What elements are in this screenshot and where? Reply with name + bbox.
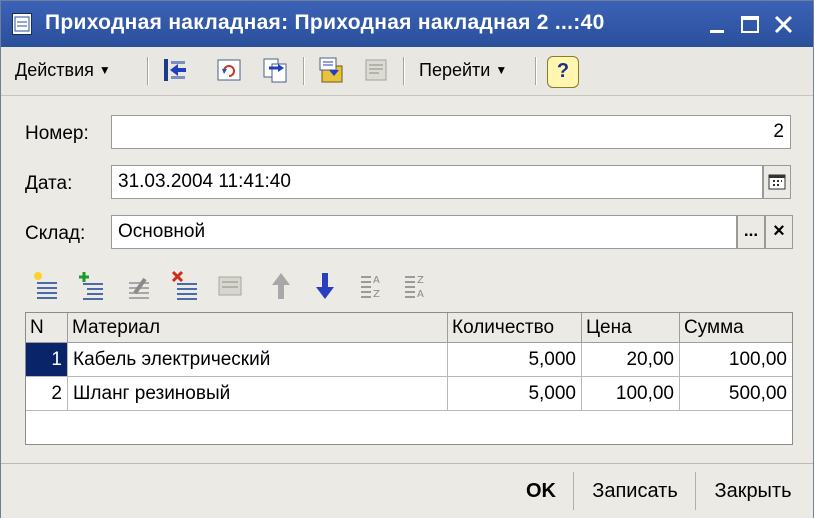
number-field[interactable]: 2 (111, 115, 791, 149)
document-window: Приходная накладная: Приходная накладная… (0, 0, 814, 518)
sum-cell[interactable]: 500,00 (680, 377, 792, 411)
actions-menu-button[interactable]: Действия ▼ (15, 55, 111, 85)
title-bar[interactable]: Приходная накладная: Приходная накладная… (1, 1, 813, 47)
warehouse-field[interactable]: Основной (111, 215, 737, 249)
goto-menu-label: Перейти (419, 59, 491, 80)
svg-text:A: A (417, 289, 424, 300)
svg-text:A: A (373, 275, 380, 286)
svg-text:Z: Z (373, 289, 380, 300)
chevron-down-icon: ▼ (98, 63, 111, 77)
close-window-button[interactable] (771, 13, 797, 37)
chevron-down-icon: ▼ (495, 63, 508, 77)
calendar-icon (768, 174, 786, 190)
sum-cell[interactable]: 100,00 (680, 343, 792, 377)
svg-text:Z: Z (417, 275, 424, 286)
button-separator (695, 472, 696, 510)
material-cell[interactable]: Кабель электрический (68, 343, 448, 377)
select-warehouse-button[interactable]: ... (737, 215, 765, 249)
document-app-icon[interactable] (12, 13, 32, 35)
column-header-sum[interactable]: Сумма (680, 313, 792, 343)
add-row-icon[interactable] (31, 269, 59, 303)
maximize-button[interactable] (737, 13, 763, 37)
ok-button[interactable]: OK (511, 474, 571, 508)
quantity-cell[interactable]: 5,000 (448, 377, 582, 411)
column-header-price[interactable]: Цена (582, 313, 680, 343)
column-header-quantity[interactable]: Количество (448, 313, 582, 343)
minimize-button[interactable] (705, 13, 731, 37)
post-document-icon[interactable] (317, 56, 345, 84)
goto-menu-button[interactable]: Перейти ▼ (419, 55, 507, 85)
delete-row-icon[interactable] (171, 269, 199, 303)
quantity-cell[interactable]: 5,000 (448, 343, 582, 377)
toolbar-separator (303, 57, 305, 85)
row-number-cell[interactable]: 1 (26, 343, 68, 377)
refresh-document-icon[interactable] (215, 56, 243, 84)
column-header-material[interactable]: Материал (68, 313, 448, 343)
close-button[interactable]: Закрыть (703, 474, 803, 508)
sort-descending-icon[interactable]: ZA (401, 269, 429, 303)
date-label: Дата: (25, 173, 73, 194)
button-separator (573, 472, 574, 510)
help-button[interactable]: ? (547, 56, 579, 88)
column-header-n[interactable]: N (26, 313, 68, 343)
window-title: Приходная накладная: Приходная накладная… (45, 11, 605, 34)
unpost-document-icon[interactable] (363, 56, 391, 84)
row-number-cell[interactable]: 2 (26, 377, 68, 411)
dialog-buttons-bar: OK Записать Закрыть (1, 463, 813, 518)
clear-warehouse-button[interactable]: × (765, 215, 793, 249)
add-subrow-icon[interactable] (77, 269, 105, 303)
sort-ascending-icon[interactable]: AZ (357, 269, 385, 303)
date-field[interactable]: 31.03.2004 11:41:40 (111, 165, 763, 199)
command-toolbar: Действия ▼ Перейти ▼ ? (1, 47, 813, 96)
warehouse-label: Склад: (25, 223, 86, 244)
move-to-first-icon[interactable] (161, 56, 189, 84)
toolbar-separator (147, 57, 149, 85)
number-label: Номер: (25, 123, 89, 144)
move-up-icon[interactable] (267, 269, 295, 303)
move-down-icon[interactable] (311, 269, 339, 303)
toolbar-separator (403, 57, 405, 85)
price-cell[interactable]: 100,00 (582, 377, 680, 411)
toolbar-separator (535, 57, 537, 85)
save-button[interactable]: Записать (581, 474, 689, 508)
materials-table[interactable]: N Материал Количество Цена Сумма 1 Кабел… (25, 312, 793, 445)
price-cell[interactable]: 20,00 (582, 343, 680, 377)
copy-document-icon[interactable] (261, 56, 289, 84)
edit-row-icon[interactable] (125, 269, 153, 303)
end-edit-icon[interactable] (217, 269, 245, 303)
calendar-button[interactable] (763, 165, 791, 199)
actions-menu-label: Действия (15, 59, 94, 80)
material-cell[interactable]: Шланг резиновый (68, 377, 448, 411)
